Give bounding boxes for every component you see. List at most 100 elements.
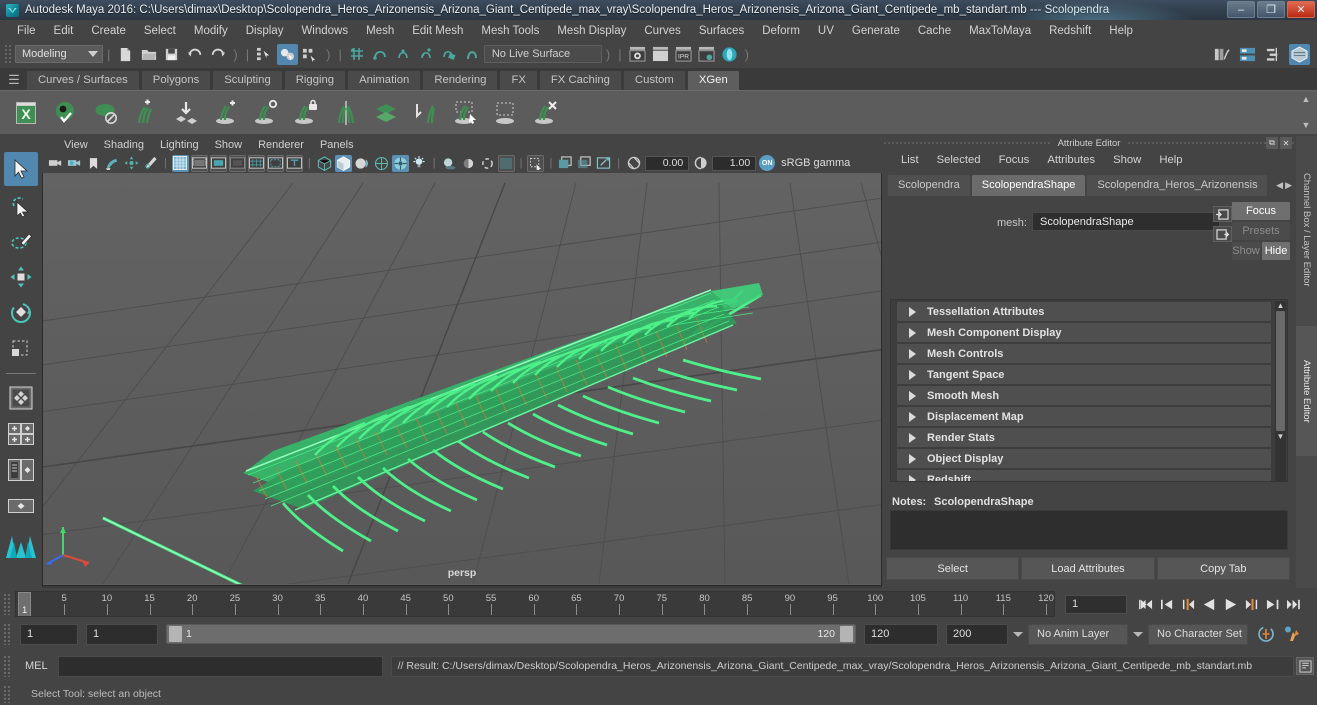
xgen-add-grooming-icon[interactable] [209,96,243,130]
go-to-start-icon[interactable] [1139,596,1154,612]
step-forward-frame-icon[interactable] [1244,596,1259,612]
four-view-layout-icon[interactable] [4,381,38,415]
image-plane-icon[interactable] [104,155,121,172]
viewport-menu-view[interactable]: View [56,138,96,152]
mesh-name-input[interactable]: ScolopendraShape [1032,212,1220,231]
lasso-select-tool-icon[interactable] [4,188,38,222]
color-management-toggle[interactable]: ON [759,155,776,171]
viewport-menu-shading[interactable]: Shading [96,138,152,152]
menu-edit[interactable]: Edit [45,23,83,39]
close-icon[interactable]: ✕ [1280,137,1292,149]
section-redshift[interactable]: Redshift [897,470,1271,481]
menu-maxtomaya[interactable]: MaxToMaya [960,23,1040,39]
snap-to-point-icon[interactable] [393,44,414,65]
section-render-stats[interactable]: Render Stats [897,428,1271,447]
section-smooth-mesh[interactable]: Smooth Mesh [897,386,1271,405]
menu-deform[interactable]: Deform [753,23,809,39]
shelf-scroll-down-icon[interactable]: ▼ [1302,120,1311,130]
presets-button[interactable]: Presets [1232,222,1290,240]
time-slider-grip[interactable] [3,593,11,615]
xray-joints-icon[interactable] [595,155,612,172]
smooth-shade-all-icon[interactable] [334,154,352,172]
menu-mesh[interactable]: Mesh [357,23,403,39]
shelf-tab-sculpting[interactable]: Sculpting [212,70,283,90]
undo-icon[interactable] [184,44,205,65]
menu-display[interactable]: Display [237,23,293,39]
depth-of-field-icon[interactable] [527,154,545,172]
script-editor-icon[interactable] [1296,657,1314,675]
go-to-end-icon[interactable] [1286,596,1301,612]
hide-button[interactable]: Hide [1262,242,1290,260]
scale-tool-icon[interactable] [4,332,38,366]
shelf-tab-polygons[interactable]: Polygons [140,70,212,90]
maximize-button[interactable]: ❐ [1257,1,1285,18]
render-current-frame-icon[interactable] [627,44,648,65]
statusline-grip[interactable] [4,44,12,64]
minimize-button[interactable]: – [1227,1,1255,18]
range-slider-grip[interactable] [3,623,11,645]
snap-to-curve-icon[interactable] [370,44,391,65]
shelf-scroll-up-icon[interactable]: ▲ [1302,94,1311,104]
select-by-component-type-icon[interactable] [300,44,321,65]
resolution-gate-icon[interactable] [209,154,227,172]
ae-menu-focus[interactable]: Focus [990,153,1039,167]
menu-file[interactable]: File [8,23,45,39]
new-scene-icon[interactable] [115,44,136,65]
rendering-editors-icon[interactable] [1237,44,1258,65]
ae-menu-help[interactable]: Help [1150,153,1191,167]
bookmark-icon[interactable] [85,155,102,172]
character-set-dropdown[interactable]: No Character Set [1148,623,1248,645]
menuset-selector[interactable]: Modeling [15,45,103,63]
shelf-tab-animation[interactable]: Animation [347,70,422,90]
mel-command-input[interactable] [57,655,383,677]
character-set-chevron-icon[interactable] [1133,631,1143,637]
undock-icon[interactable]: ⧉ [1266,137,1278,149]
xgen-preview-icon[interactable] [49,96,83,130]
menu-create[interactable]: Create [82,23,135,39]
anim-layer-dropdown[interactable]: No Anim Layer [1028,623,1128,645]
animation-editors-icon[interactable] [1211,44,1232,65]
command-line-grip[interactable] [3,655,11,677]
snap-to-view-plane-icon[interactable] [439,44,460,65]
ae-menu-attributes[interactable]: Attributes [1038,153,1104,167]
step-back-keyframe-icon[interactable] [1160,596,1175,612]
menu-curves[interactable]: Curves [635,23,689,39]
shelf-tab-rendering[interactable]: Rendering [422,70,499,90]
wireframe-icon[interactable] [316,155,333,172]
tab-next-icon[interactable]: ▶ [1285,180,1292,191]
animation-end-field[interactable]: 200 [946,623,1008,645]
input-connection-icon[interactable] [1213,206,1232,222]
attribute-editor-toggle-icon[interactable] [1289,44,1310,65]
close-button[interactable]: ✕ [1287,1,1315,18]
xray-icon[interactable] [576,155,593,172]
section-tangent-space[interactable]: Tangent Space [897,365,1271,384]
command-language-label[interactable]: MEL [25,660,48,672]
ae-tab-scolopendrashape[interactable]: ScolopendraShape [971,174,1086,196]
relationship-editors-icon[interactable] [1263,44,1284,65]
tab-scroll-arrows[interactable]: ◀ ▶ [1276,180,1292,191]
range-slider-bar[interactable]: 1 120 [166,624,856,644]
menu-mesh-display[interactable]: Mesh Display [548,23,635,39]
ae-menu-selected[interactable]: Selected [928,153,990,167]
time-slider-track[interactable]: 1 5 10 15 20 25 30 35 40 45 50 55 60 65 70 75 80 85 90 95 1… [15,591,1055,617]
snap-to-projected-center-icon[interactable] [416,44,437,65]
texture-icon[interactable] [391,154,409,172]
notes-textarea[interactable] [890,510,1288,550]
ae-footer-select-button[interactable]: Select [886,557,1020,580]
focus-button[interactable]: Focus [1232,202,1290,220]
live-surface-field[interactable]: No Live Surface [483,45,602,63]
range-start-handle[interactable] [169,626,182,642]
film-gate-icon[interactable] [190,154,208,172]
exposure-icon[interactable] [625,155,642,172]
camera-attributes-icon[interactable] [66,155,83,172]
shelf-tab-fx-caching[interactable]: FX Caching [538,70,622,90]
xgen-select-guides-icon[interactable] [449,96,483,130]
xgen-mirror-guides-icon[interactable] [329,96,363,130]
gate-mask-icon[interactable] [228,154,246,172]
scroll-up-icon[interactable]: ▲ [1277,301,1285,310]
tab-channel-box-layer-editor[interactable]: Channel Box / Layer Editor [1296,140,1317,320]
play-forwards-icon[interactable] [1223,596,1238,612]
menu-uv[interactable]: UV [809,23,843,39]
shelf-tab-custom[interactable]: Custom [622,70,686,90]
range-end-field[interactable]: 120 [864,623,938,645]
